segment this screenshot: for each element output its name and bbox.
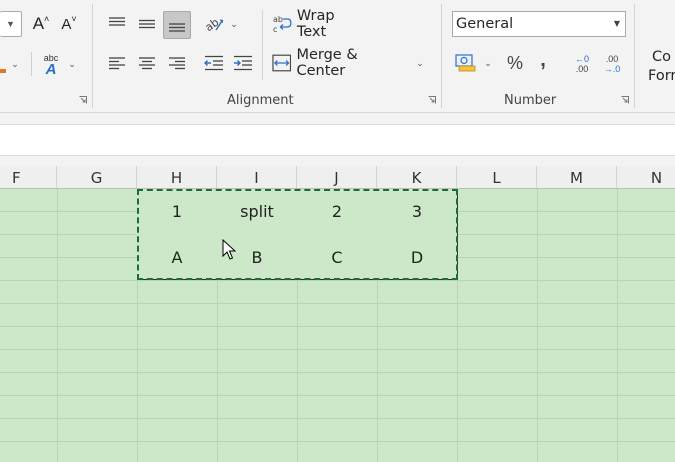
column-header-l[interactable]: L — [457, 166, 537, 188]
conditional-formatting-label-line2: Forr — [648, 68, 675, 84]
ribbon: ▼ A ˄ A ˅ ⌄ abc A ⌄ ab ⌄ ab c Wrap Text … — [0, 0, 675, 113]
align-center-icon — [139, 57, 155, 70]
caret-up-icon: ˄ — [44, 14, 50, 24]
chevron-down-icon: ▼ — [613, 19, 620, 28]
cell-h1[interactable]: 1 — [137, 189, 218, 235]
accounting-format-icon — [455, 54, 476, 72]
decrease-font-size-button[interactable]: A ˅ — [58, 12, 80, 36]
number-dialog-launcher-icon[interactable] — [621, 96, 629, 104]
column-header-h[interactable]: H — [137, 166, 217, 188]
accounting-format-dropdown[interactable]: ⌄ — [482, 54, 494, 72]
alignment-group-label: Alignment — [227, 93, 294, 108]
align-right-button[interactable] — [164, 50, 190, 76]
column-header-m[interactable]: M — [537, 166, 617, 188]
ribbon-separator — [92, 4, 93, 108]
increase-font-label: A — [32, 14, 45, 33]
chevron-down-icon: ⌄ — [230, 18, 238, 29]
column-header-n[interactable]: N — [617, 166, 675, 188]
bottom-align-icon — [169, 23, 185, 32]
middle-align-icon — [139, 19, 155, 29]
increase-font-size-button[interactable]: A ˄ — [30, 12, 52, 36]
align-left-icon — [109, 57, 125, 70]
font-separator — [31, 52, 32, 76]
column-header-i[interactable]: I — [217, 166, 297, 188]
percent-label: % — [506, 52, 523, 73]
decrease-decimal-top: .00 — [605, 54, 619, 64]
decrease-indent-icon — [204, 55, 223, 71]
font-size-dropdown-partial[interactable]: ▼ — [0, 11, 22, 37]
increase-indent-icon — [234, 55, 252, 71]
alignment-inner-separator — [262, 10, 263, 80]
chevron-down-icon: ⌄ — [484, 57, 492, 68]
column-header-f[interactable]: F — [0, 166, 57, 188]
increase-decimal-button[interactable]: ←0 .00 — [568, 50, 596, 78]
wrap-text-button[interactable]: ab c Wrap Text — [272, 8, 368, 40]
chevron-down-icon: ⌄ — [416, 57, 424, 68]
conditional-formatting-button[interactable]: Co Forr — [646, 48, 675, 88]
wrap-text-icon: ab c — [273, 15, 292, 34]
decrease-decimal-button[interactable]: .00 →.0 — [598, 50, 626, 78]
middle-align-button[interactable] — [134, 11, 160, 37]
phonetic-guide-dropdown[interactable]: ⌄ — [66, 56, 78, 72]
merge-center-dropdown[interactable]: ⌄ — [414, 54, 426, 72]
svg-text:ab: ab — [203, 16, 221, 33]
ribbon-separator — [441, 4, 442, 108]
chevron-down-icon: ▼ — [6, 19, 15, 29]
top-align-button[interactable] — [104, 11, 130, 37]
decrease-indent-button[interactable] — [201, 50, 227, 76]
decrease-decimal-bottom: →.0 — [603, 64, 621, 74]
align-right-icon — [169, 57, 185, 70]
column-header-j[interactable]: J — [297, 166, 377, 188]
mouse-pointer-icon — [222, 239, 236, 260]
orientation-dropdown[interactable]: ⌄ — [228, 15, 240, 33]
increase-indent-button[interactable] — [230, 50, 256, 76]
font-dialog-launcher-icon[interactable] — [79, 96, 87, 104]
number-group-label: Number — [504, 93, 557, 108]
cell-k2[interactable]: D — [377, 234, 458, 280]
conditional-formatting-label-line1: Co — [652, 49, 671, 65]
percent-style-button[interactable]: % — [502, 50, 528, 76]
cell-j2[interactable]: C — [297, 234, 378, 280]
column-header-row: F G H I J K L M N — [0, 166, 675, 189]
alignment-dialog-launcher-icon[interactable] — [428, 96, 436, 104]
increase-decimal-bottom: .00 — [575, 64, 589, 74]
cell-k1[interactable]: 3 — [377, 189, 458, 235]
merge-center-label: Merge & Center — [296, 47, 358, 79]
increase-decimal-top: ←0 — [574, 54, 589, 64]
chevron-down-icon: ⌄ — [11, 58, 19, 69]
number-format-select[interactable]: General ▼ — [452, 11, 626, 37]
fill-color-dropdown[interactable]: ⌄ — [9, 56, 21, 72]
align-left-button[interactable] — [104, 50, 130, 76]
fill-color-swatch[interactable] — [0, 69, 6, 73]
chevron-down-icon: ⌄ — [68, 58, 76, 69]
merge-center-icon — [272, 54, 292, 72]
ribbon-separator — [634, 4, 635, 108]
bottom-align-button[interactable] — [163, 11, 191, 39]
number-format-value: General — [456, 16, 514, 32]
comma-style-button[interactable]: , — [532, 48, 554, 76]
accounting-format-button[interactable] — [452, 50, 478, 76]
cell-h2[interactable]: A — [137, 234, 218, 280]
align-center-button[interactable] — [134, 50, 160, 76]
cell-i1[interactable]: split — [217, 189, 298, 235]
phonetic-guide-button[interactable]: abc A — [38, 52, 64, 78]
wrap-text-label: Wrap Text — [296, 8, 335, 40]
column-header-k[interactable]: K — [377, 166, 457, 188]
text-orientation-icon: ab — [203, 16, 224, 33]
svg-text:ab: ab — [273, 15, 283, 24]
cell-j1[interactable]: 2 — [297, 189, 378, 235]
orientation-button[interactable]: ab — [201, 11, 227, 37]
phonetic-bottom-label: A — [45, 61, 57, 78]
column-header-g[interactable]: G — [57, 166, 137, 188]
svg-text:c: c — [273, 25, 277, 34]
caret-down-icon: ˅ — [71, 14, 77, 24]
top-align-icon — [109, 17, 125, 26]
merge-center-button[interactable]: Merge & Center — [272, 47, 408, 79]
decrease-font-label: A — [61, 15, 72, 33]
formula-bar[interactable] — [0, 124, 675, 156]
comma-label: , — [540, 48, 546, 71]
